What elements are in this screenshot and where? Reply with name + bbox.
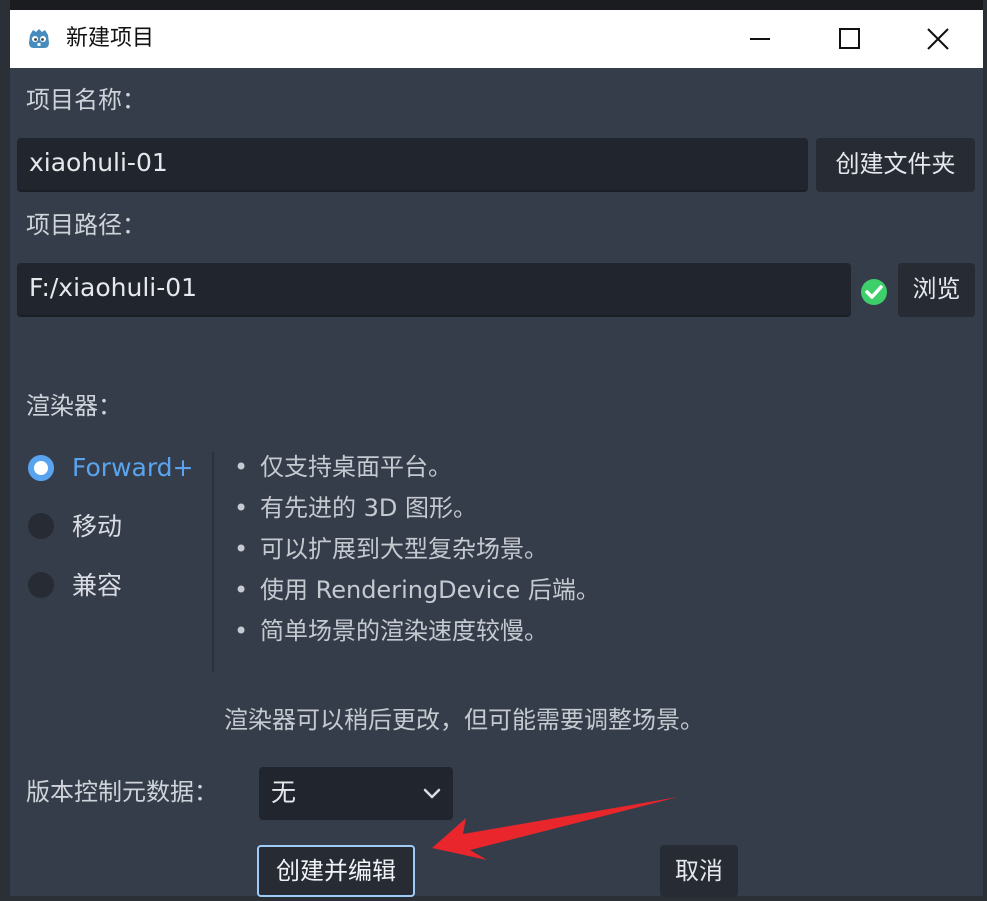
vcs-metadata-value: 无	[271, 778, 297, 807]
project-path-input[interactable]: F:/xiaohuli-01	[17, 263, 851, 317]
minimize-icon	[750, 38, 770, 40]
project-name-label: 项目名称：	[26, 86, 146, 114]
radio-label-mobile[interactable]: 移动	[72, 510, 122, 544]
renderer-label: 渲染器：	[26, 392, 122, 420]
create-and-edit-button[interactable]: 创建并编辑	[257, 845, 415, 897]
title-bar[interactable]: 新建项目	[10, 10, 983, 68]
maximize-icon	[839, 28, 860, 49]
radio-label-compatibility[interactable]: 兼容	[72, 569, 122, 603]
renderer-feature-item: • 简单场景的渲染速度较慢。	[234, 617, 548, 645]
window-title: 新建项目	[66, 26, 155, 51]
godot-logo-icon	[29, 29, 49, 48]
browse-button[interactable]: 浏览	[898, 263, 975, 317]
renderer-divider	[212, 452, 214, 672]
vcs-metadata-label: 版本控制元数据：	[26, 778, 218, 806]
project-path-label: 项目路径：	[26, 211, 146, 239]
renderer-note: 渲染器可以稍后更改，但可能需要调整场景。	[224, 706, 704, 734]
minimize-button[interactable]	[715, 10, 805, 68]
cancel-button[interactable]: 取消	[660, 845, 738, 897]
maximize-button[interactable]	[805, 10, 895, 68]
radio-label-forward-plus[interactable]: Forward+	[72, 451, 193, 485]
background-window-edge-left	[0, 0, 10, 901]
radio-mobile[interactable]	[28, 513, 54, 539]
renderer-feature-item: • 可以扩展到大型复杂场景。	[234, 535, 548, 563]
renderer-feature-item: • 仅支持桌面平台。	[234, 453, 452, 481]
radio-compatibility[interactable]	[28, 572, 54, 598]
check-circle-icon	[861, 279, 887, 305]
project-name-input[interactable]: xiaohuli-01	[17, 138, 808, 192]
project-path-value: F:/xiaohuli-01	[29, 273, 198, 302]
project-name-value: xiaohuli-01	[29, 148, 168, 177]
radio-forward-plus[interactable]	[28, 455, 54, 481]
close-button[interactable]	[893, 10, 983, 68]
background-window-edge-bottom	[0, 896, 987, 901]
close-icon	[927, 28, 949, 50]
background-window-edge-right	[983, 0, 987, 901]
vcs-metadata-select[interactable]: 无	[259, 767, 453, 820]
create-folder-button[interactable]: 创建文件夹	[816, 138, 975, 192]
chevron-down-icon	[423, 788, 441, 799]
new-project-dialog: 新建项目 项目名称： xiaohuli-01 创建文件夹 项目路径： F:/xi…	[10, 10, 983, 897]
renderer-feature-item: • 有先进的 3D 图形。	[234, 494, 478, 522]
renderer-feature-item: • 使用 RenderingDevice 后端。	[234, 576, 600, 604]
